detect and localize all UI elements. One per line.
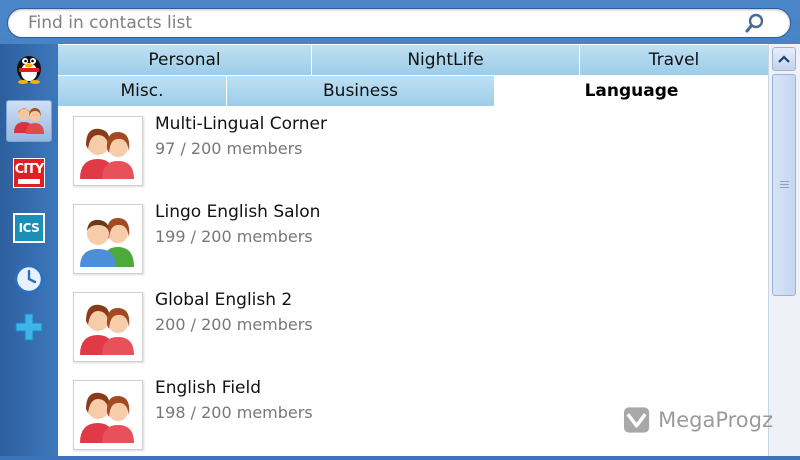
group-name: Multi-Lingual Corner xyxy=(155,114,327,134)
left-rail: CITY ICS xyxy=(0,44,58,456)
scroll-thumb[interactable] xyxy=(772,74,796,296)
two-women-icon xyxy=(80,304,134,355)
rail-item-ics[interactable]: ICS xyxy=(6,207,52,249)
search-icon[interactable] xyxy=(744,12,766,34)
penguin-icon xyxy=(13,50,45,88)
tab-row-2: Misc. Business Language xyxy=(58,76,768,107)
group-avatar xyxy=(73,116,143,186)
contacts-panel: Personal NightLife Travel Misc. Business… xyxy=(58,44,768,456)
scroll-up-button[interactable] xyxy=(772,47,796,71)
two-women-icon xyxy=(80,128,134,179)
contacts-group-icon xyxy=(13,103,45,139)
group-avatar xyxy=(73,380,143,450)
group-avatar xyxy=(73,204,143,274)
rail-item-clock[interactable] xyxy=(6,260,52,302)
rail-item-add[interactable] xyxy=(6,308,52,350)
tab-misc[interactable]: Misc. xyxy=(58,76,227,107)
member-count: 97 / 200 members xyxy=(155,139,303,158)
search-input[interactable] xyxy=(28,12,728,34)
city-icon: CITY xyxy=(13,158,45,188)
add-icon xyxy=(14,312,44,346)
tab-nightlife[interactable]: NightLife xyxy=(312,45,580,76)
group-name: English Field xyxy=(155,378,262,398)
tab-row-1: Personal NightLife Travel xyxy=(58,45,768,76)
rail-item-groups[interactable] xyxy=(6,100,52,142)
two-women-icon xyxy=(80,392,134,443)
member-count: 200 / 200 members xyxy=(155,315,313,334)
group-avatar xyxy=(73,292,143,362)
app-window: CITY ICS xyxy=(0,0,800,456)
tab-travel[interactable]: Travel xyxy=(580,45,768,76)
tab-business[interactable]: Business xyxy=(227,76,495,107)
man-woman-icon xyxy=(80,217,134,267)
member-count: 199 / 200 members xyxy=(155,227,313,246)
list-item[interactable]: Multi-Lingual Corner 97 / 200 members xyxy=(58,110,768,196)
member-count: 198 / 200 members xyxy=(155,403,313,422)
ics-icon: ICS xyxy=(13,213,45,243)
group-name: Global English 2 xyxy=(155,290,293,310)
chevron-up-icon xyxy=(778,55,790,63)
tab-personal[interactable]: Personal xyxy=(58,45,312,76)
tab-language[interactable]: Language xyxy=(495,76,768,107)
watermark: MegaProgz xyxy=(623,404,773,436)
list-item[interactable]: Lingo English Salon 199 / 200 members xyxy=(58,198,768,284)
search-box xyxy=(7,8,791,38)
group-name: Lingo English Salon xyxy=(155,202,321,222)
vertical-scrollbar[interactable] xyxy=(768,44,800,456)
rail-item-qq[interactable] xyxy=(6,48,52,90)
list-item[interactable]: Global English 2 200 / 200 members xyxy=(58,286,768,372)
watermark-text: MegaProgz xyxy=(658,408,773,432)
rail-item-city[interactable]: CITY xyxy=(6,152,52,194)
megaprogz-logo-icon xyxy=(623,407,650,433)
clock-icon xyxy=(14,264,44,298)
